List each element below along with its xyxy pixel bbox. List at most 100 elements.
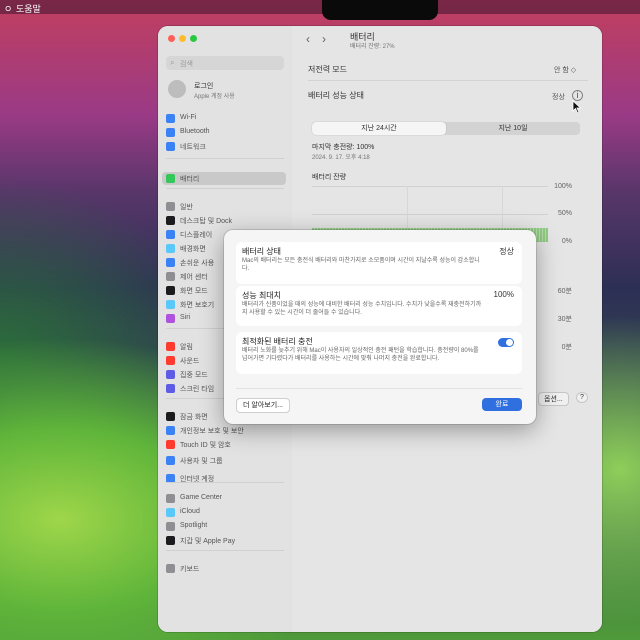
optimized-charging-description: 배터리 노화를 늦추기 위해 Mac이 사용자의 일상적인 충전 패턴을 학습합… [242, 348, 479, 362]
sidebar-item-label: 일반 [180, 204, 193, 211]
sidebar-item-label: 제어 센터 [180, 274, 208, 281]
sidebar-divider [166, 482, 284, 483]
sidebar-item-label: 개인정보 보호 및 보안 [180, 428, 244, 435]
done-button[interactable]: 완료 [482, 398, 522, 411]
account-subtitle: Apple 계정 사용 [194, 94, 235, 100]
sidebar-item-21[interactable]: 인터넷 계정 [162, 472, 286, 485]
settings-category-icon [166, 508, 175, 517]
optimized-charging-title: 최적화된 배터리 충전 [242, 337, 313, 346]
settings-category-icon [166, 272, 175, 281]
sidebar-item-label: 화면 보호기 [180, 302, 215, 309]
sidebar-item-label: 스크린 타임 [180, 386, 215, 393]
settings-category-icon [166, 258, 175, 267]
sidebar-divider [166, 188, 284, 189]
battery-condition-value: 정상 [499, 247, 514, 256]
sidebar-item-label: 사운드 [180, 358, 200, 365]
sidebar-item-label: 지갑 및 Apple Pay [180, 538, 236, 545]
settings-category-icon [166, 300, 175, 309]
sidebar-item-19[interactable]: Touch ID 및 암호 [162, 438, 286, 451]
sidebar-item-label: 데스크탑 및 Dock [180, 218, 233, 225]
settings-category-icon [166, 494, 175, 503]
sidebar-item-4[interactable]: 일반 [162, 200, 286, 213]
toggle-knob [506, 339, 513, 346]
sidebar-divider [166, 158, 284, 159]
sidebar-item-label: Game Center [180, 494, 223, 501]
sidebar-divider [166, 550, 284, 551]
sidebar-item-1[interactable]: Bluetooth [162, 126, 286, 139]
dialog-divider [236, 388, 522, 389]
settings-category-icon [166, 522, 175, 531]
settings-category-icon [166, 440, 175, 449]
settings-category-icon [166, 314, 175, 323]
settings-category-icon [166, 342, 175, 351]
account-name: 로그인 [194, 83, 214, 90]
sidebar-item-label: 배경화면 [180, 246, 206, 253]
settings-category-icon [166, 426, 175, 435]
sidebar-item-20[interactable]: 사용자 및 그룹 [162, 454, 286, 467]
avatar [168, 80, 186, 98]
mouse-cursor-icon [572, 100, 582, 114]
sidebar-item-25[interactable]: 지갑 및 Apple Pay [162, 534, 286, 547]
search-placeholder: 검색 [180, 61, 193, 68]
sidebar-item-0[interactable]: Wi-Fi [162, 112, 286, 125]
learn-more-button[interactable]: 더 알아보기... [236, 398, 290, 413]
minimize-window-button[interactable] [179, 35, 186, 42]
settings-category-icon [166, 202, 175, 211]
settings-category-icon [166, 114, 175, 123]
search-input[interactable]: ⌕ 검색 [166, 56, 284, 70]
sidebar-item-label: Spotlight [180, 522, 208, 529]
settings-category-icon [166, 564, 175, 573]
menu-bar: ㅇ 도움말 [0, 0, 640, 14]
sidebar-item-24[interactable]: Spotlight [162, 520, 286, 533]
sidebar-item-26[interactable]: 키보드 [162, 562, 286, 575]
settings-category-icon [166, 230, 175, 239]
settings-category-icon [166, 412, 175, 421]
sidebar-item-label: 배터리 [180, 176, 200, 183]
sidebar-item-label: 잠금 화면 [180, 414, 208, 421]
battery-condition-card: 배터리 상태 정상 Mac의 배터리는 모든 충전식 배터리와 마찬가지로 소모… [236, 242, 522, 284]
battery-condition-title: 배터리 상태 [242, 247, 282, 256]
battery-health-dialog: 배터리 상태 정상 Mac의 배터리는 모든 충전식 배터리와 마찬가지로 소모… [224, 230, 536, 424]
menu-item-window[interactable]: ㅇ [4, 2, 12, 15]
zoom-window-button[interactable] [190, 35, 197, 42]
maximum-capacity-value: 100% [493, 290, 514, 299]
settings-category-icon [166, 536, 175, 545]
sidebar-item-22[interactable]: Game Center [162, 492, 286, 505]
menu-item-help[interactable]: 도움말 [16, 2, 41, 15]
maximum-capacity-card: 성능 최대치 100% 배터리가 신품이었을 때의 성능에 대비한 배터리 성능… [236, 286, 522, 326]
sidebar-item-18[interactable]: 개인정보 보호 및 보안 [162, 424, 286, 437]
settings-category-icon [166, 128, 175, 137]
settings-category-icon [166, 216, 175, 225]
sidebar-item-label: iCloud [180, 508, 200, 515]
sidebar-item-23[interactable]: iCloud [162, 506, 286, 519]
settings-category-icon [166, 174, 175, 183]
sidebar-item-label: 네트워크 [180, 144, 206, 151]
maximum-capacity-title: 성능 최대치 [242, 291, 282, 300]
sidebar-item-label: Touch ID 및 암호 [180, 442, 231, 449]
sidebar-item-2[interactable]: 네트워크 [162, 140, 286, 153]
optimized-charging-card: 최적화된 배터리 충전 배터리 노화를 늦추기 위해 Mac이 사용자의 일상적… [236, 332, 522, 374]
sidebar-item-label: 손쉬운 사용 [180, 260, 215, 267]
settings-category-icon [166, 456, 175, 465]
settings-category-icon [166, 384, 175, 393]
search-icon: ⌕ [170, 58, 175, 67]
close-window-button[interactable] [168, 35, 175, 42]
sidebar-item-label: 사용자 및 그룹 [180, 458, 223, 465]
sidebar-item-label: 화면 모드 [180, 288, 208, 295]
sidebar-item-label: Siri [180, 314, 191, 321]
sidebar-item-5[interactable]: 데스크탑 및 Dock [162, 214, 286, 227]
sidebar-item-label: 집중 모드 [180, 372, 208, 379]
sidebar-item-3[interactable]: 배터리 [162, 172, 286, 185]
settings-category-icon [166, 286, 175, 295]
sidebar-item-label: 알림 [180, 344, 193, 351]
optimized-charging-toggle[interactable] [498, 338, 514, 347]
settings-category-icon [166, 370, 175, 379]
sidebar-item-label: Wi-Fi [180, 114, 197, 121]
battery-condition-description: Mac의 배터리는 모든 충전식 배터리와 마찬가지로 소모품이며 시간이 지날… [242, 258, 480, 272]
sidebar-item-label: 디스플레이 [180, 232, 213, 239]
settings-category-icon [166, 356, 175, 365]
sidebar-item-label: Bluetooth [180, 128, 210, 135]
sidebar-item-label: 키보드 [180, 566, 200, 573]
settings-category-icon [166, 142, 175, 151]
settings-category-icon [166, 244, 175, 253]
